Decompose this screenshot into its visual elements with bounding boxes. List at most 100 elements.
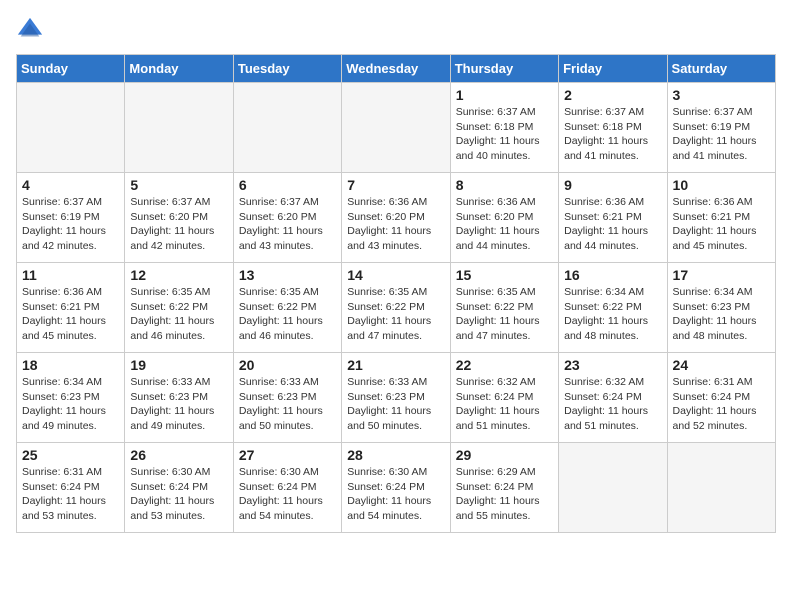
day-number: 14 xyxy=(347,267,444,283)
day-info: Sunrise: 6:37 AM Sunset: 6:20 PM Dayligh… xyxy=(130,195,227,254)
calendar-cell: 8 Sunrise: 6:36 AM Sunset: 6:20 PM Daylig… xyxy=(450,173,558,263)
day-header-saturday: Saturday xyxy=(667,55,775,83)
day-number: 24 xyxy=(673,357,770,373)
calendar-cell: 2 Sunrise: 6:37 AM Sunset: 6:18 PM Daylig… xyxy=(559,83,667,173)
calendar-cell xyxy=(667,443,775,533)
calendar-week-3: 18 Sunrise: 6:34 AM Sunset: 6:23 PM Dayli… xyxy=(17,353,776,443)
day-number: 13 xyxy=(239,267,336,283)
day-number: 19 xyxy=(130,357,227,373)
day-info: Sunrise: 6:36 AM Sunset: 6:21 PM Dayligh… xyxy=(564,195,661,254)
calendar-week-4: 25 Sunrise: 6:31 AM Sunset: 6:24 PM Dayli… xyxy=(17,443,776,533)
day-number: 1 xyxy=(456,87,553,103)
calendar-cell: 27 Sunrise: 6:30 AM Sunset: 6:24 PM Dayli… xyxy=(233,443,341,533)
day-info: Sunrise: 6:30 AM Sunset: 6:24 PM Dayligh… xyxy=(130,465,227,524)
day-info: Sunrise: 6:36 AM Sunset: 6:20 PM Dayligh… xyxy=(347,195,444,254)
day-number: 29 xyxy=(456,447,553,463)
calendar-cell: 23 Sunrise: 6:32 AM Sunset: 6:24 PM Dayli… xyxy=(559,353,667,443)
day-number: 18 xyxy=(22,357,119,373)
calendar-cell: 10 Sunrise: 6:36 AM Sunset: 6:21 PM Dayli… xyxy=(667,173,775,263)
day-info: Sunrise: 6:37 AM Sunset: 6:18 PM Dayligh… xyxy=(456,105,553,164)
day-number: 9 xyxy=(564,177,661,193)
calendar-cell: 7 Sunrise: 6:36 AM Sunset: 6:20 PM Daylig… xyxy=(342,173,450,263)
day-info: Sunrise: 6:31 AM Sunset: 6:24 PM Dayligh… xyxy=(22,465,119,524)
calendar-table: SundayMondayTuesdayWednesdayThursdayFrid… xyxy=(16,54,776,533)
day-info: Sunrise: 6:36 AM Sunset: 6:20 PM Dayligh… xyxy=(456,195,553,254)
day-header-monday: Monday xyxy=(125,55,233,83)
calendar-cell: 9 Sunrise: 6:36 AM Sunset: 6:21 PM Daylig… xyxy=(559,173,667,263)
calendar-cell: 29Sunrise: 6:29 AM Sunset: 6:24 PM Dayli… xyxy=(450,443,558,533)
day-info: Sunrise: 6:35 AM Sunset: 6:22 PM Dayligh… xyxy=(347,285,444,344)
day-number: 16 xyxy=(564,267,661,283)
calendar-header-row: SundayMondayTuesdayWednesdayThursdayFrid… xyxy=(17,55,776,83)
day-info: Sunrise: 6:34 AM Sunset: 6:23 PM Dayligh… xyxy=(673,285,770,344)
day-number: 4 xyxy=(22,177,119,193)
day-info: Sunrise: 6:34 AM Sunset: 6:23 PM Dayligh… xyxy=(22,375,119,434)
calendar-cell: 12 Sunrise: 6:35 AM Sunset: 6:22 PM Dayli… xyxy=(125,263,233,353)
day-number: 17 xyxy=(673,267,770,283)
calendar-cell xyxy=(233,83,341,173)
day-info: Sunrise: 6:35 AM Sunset: 6:22 PM Dayligh… xyxy=(239,285,336,344)
calendar-cell: 19 Sunrise: 6:33 AM Sunset: 6:23 PM Dayli… xyxy=(125,353,233,443)
page-header xyxy=(16,16,776,44)
calendar-cell: 20 Sunrise: 6:33 AM Sunset: 6:23 PM Dayli… xyxy=(233,353,341,443)
calendar-cell: 28Sunrise: 6:30 AM Sunset: 6:24 PM Dayli… xyxy=(342,443,450,533)
calendar-cell: 16 Sunrise: 6:34 AM Sunset: 6:22 PM Dayli… xyxy=(559,263,667,353)
logo xyxy=(16,16,48,44)
day-number: 8 xyxy=(456,177,553,193)
calendar-cell: 14 Sunrise: 6:35 AM Sunset: 6:22 PM Dayli… xyxy=(342,263,450,353)
day-number: 12 xyxy=(130,267,227,283)
calendar-cell xyxy=(342,83,450,173)
calendar-cell: 18 Sunrise: 6:34 AM Sunset: 6:23 PM Dayli… xyxy=(17,353,125,443)
day-number: 26 xyxy=(130,447,227,463)
day-number: 23 xyxy=(564,357,661,373)
day-info: Sunrise: 6:31 AM Sunset: 6:24 PM Dayligh… xyxy=(673,375,770,434)
calendar-week-1: 4Sunrise: 6:37 AM Sunset: 6:19 PM Daylig… xyxy=(17,173,776,263)
calendar-cell xyxy=(559,443,667,533)
calendar-cell: 25 Sunrise: 6:31 AM Sunset: 6:24 PM Dayli… xyxy=(17,443,125,533)
calendar-cell: 17 Sunrise: 6:34 AM Sunset: 6:23 PM Dayli… xyxy=(667,263,775,353)
calendar-week-2: 11Sunrise: 6:36 AM Sunset: 6:21 PM Dayli… xyxy=(17,263,776,353)
day-info: Sunrise: 6:37 AM Sunset: 6:18 PM Dayligh… xyxy=(564,105,661,164)
day-info: Sunrise: 6:32 AM Sunset: 6:24 PM Dayligh… xyxy=(456,375,553,434)
day-number: 2 xyxy=(564,87,661,103)
calendar-cell: 15 Sunrise: 6:35 AM Sunset: 6:22 PM Dayli… xyxy=(450,263,558,353)
calendar-cell: 21 Sunrise: 6:33 AM Sunset: 6:23 PM Dayli… xyxy=(342,353,450,443)
day-info: Sunrise: 6:35 AM Sunset: 6:22 PM Dayligh… xyxy=(130,285,227,344)
day-number: 5 xyxy=(130,177,227,193)
day-number: 20 xyxy=(239,357,336,373)
day-info: Sunrise: 6:37 AM Sunset: 6:20 PM Dayligh… xyxy=(239,195,336,254)
calendar-cell: 5 Sunrise: 6:37 AM Sunset: 6:20 PM Daylig… xyxy=(125,173,233,263)
day-number: 21 xyxy=(347,357,444,373)
day-info: Sunrise: 6:37 AM Sunset: 6:19 PM Dayligh… xyxy=(673,105,770,164)
calendar-cell: 6Sunrise: 6:37 AM Sunset: 6:20 PM Daylig… xyxy=(233,173,341,263)
day-number: 25 xyxy=(22,447,119,463)
day-info: Sunrise: 6:35 AM Sunset: 6:22 PM Dayligh… xyxy=(456,285,553,344)
calendar-cell: 3 Sunrise: 6:37 AM Sunset: 6:19 PM Daylig… xyxy=(667,83,775,173)
calendar-body: 1 Sunrise: 6:37 AM Sunset: 6:18 PM Daylig… xyxy=(17,83,776,533)
day-info: Sunrise: 6:34 AM Sunset: 6:22 PM Dayligh… xyxy=(564,285,661,344)
day-info: Sunrise: 6:36 AM Sunset: 6:21 PM Dayligh… xyxy=(673,195,770,254)
calendar-cell: 26 Sunrise: 6:30 AM Sunset: 6:24 PM Dayli… xyxy=(125,443,233,533)
day-info: Sunrise: 6:32 AM Sunset: 6:24 PM Dayligh… xyxy=(564,375,661,434)
day-info: Sunrise: 6:33 AM Sunset: 6:23 PM Dayligh… xyxy=(239,375,336,434)
calendar-cell: 11Sunrise: 6:36 AM Sunset: 6:21 PM Dayli… xyxy=(17,263,125,353)
calendar-cell: 1 Sunrise: 6:37 AM Sunset: 6:18 PM Daylig… xyxy=(450,83,558,173)
day-header-tuesday: Tuesday xyxy=(233,55,341,83)
day-info: Sunrise: 6:30 AM Sunset: 6:24 PM Dayligh… xyxy=(239,465,336,524)
day-number: 10 xyxy=(673,177,770,193)
day-header-friday: Friday xyxy=(559,55,667,83)
day-number: 15 xyxy=(456,267,553,283)
day-number: 27 xyxy=(239,447,336,463)
day-number: 3 xyxy=(673,87,770,103)
calendar-cell: 22Sunrise: 6:32 AM Sunset: 6:24 PM Dayli… xyxy=(450,353,558,443)
calendar-week-0: 1 Sunrise: 6:37 AM Sunset: 6:18 PM Daylig… xyxy=(17,83,776,173)
day-info: Sunrise: 6:33 AM Sunset: 6:23 PM Dayligh… xyxy=(130,375,227,434)
calendar-cell: 4Sunrise: 6:37 AM Sunset: 6:19 PM Daylig… xyxy=(17,173,125,263)
logo-icon xyxy=(16,16,44,44)
day-header-thursday: Thursday xyxy=(450,55,558,83)
day-info: Sunrise: 6:33 AM Sunset: 6:23 PM Dayligh… xyxy=(347,375,444,434)
calendar-cell xyxy=(125,83,233,173)
day-number: 11 xyxy=(22,267,119,283)
day-number: 7 xyxy=(347,177,444,193)
calendar-cell xyxy=(17,83,125,173)
